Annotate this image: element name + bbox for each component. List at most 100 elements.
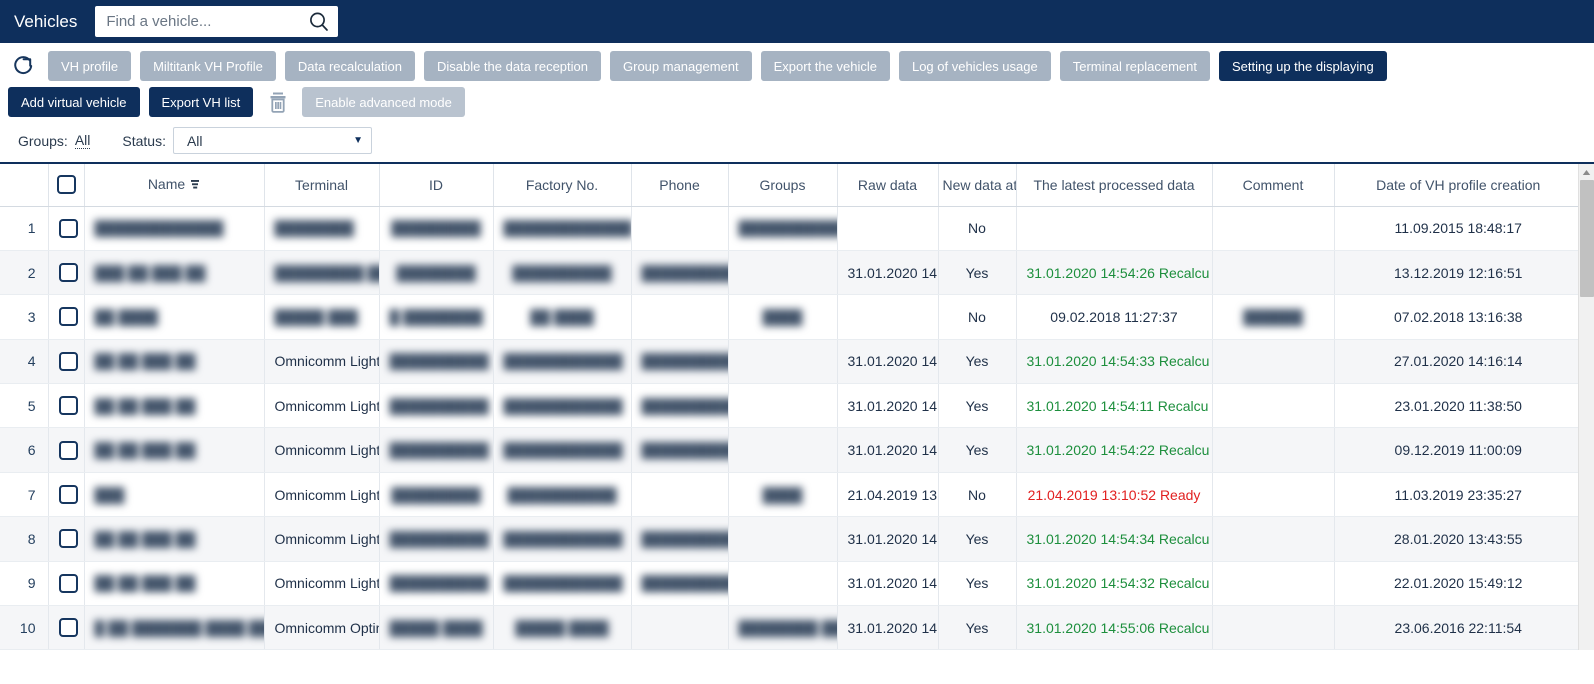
col-header-name-label: Name xyxy=(147,176,186,193)
search-box[interactable] xyxy=(95,6,339,37)
disable-data-reception-button[interactable]: Disable the data reception xyxy=(423,51,601,81)
latest-processed-value: 31.01.2020 14:54:11 Recalcu xyxy=(1026,397,1209,414)
col-header-factory-no[interactable]: Factory No. xyxy=(493,164,632,207)
cell-raw-data: 21.04.2019 13:1 xyxy=(837,472,939,518)
terminal-replacement-button[interactable]: Terminal replacement xyxy=(1059,51,1211,81)
table-row[interactable]: 5██ ██ ███ ██Omnicomm Light 3███████████… xyxy=(0,383,1582,429)
cell-factory-no-value: ████████████ xyxy=(503,530,623,547)
cell-name: ██ ██ ███ ██ xyxy=(84,516,265,562)
table-row[interactable]: 3 ██ ████ █████ ███ █ ████████ ██ ████ ████ No… xyxy=(0,294,1582,340)
search-input[interactable] xyxy=(95,6,339,37)
cell-terminal: █████ ███ xyxy=(264,294,380,340)
cell-groups: ████ xyxy=(728,472,838,518)
export-the-vehicle-button[interactable]: Export the vehicle xyxy=(760,51,890,81)
cell-factory-no: ████████████ xyxy=(493,561,632,607)
row-checkbox-cell[interactable] xyxy=(48,383,85,429)
row-checkbox[interactable] xyxy=(58,529,78,549)
export-vh-list-button[interactable]: Export VH list xyxy=(148,87,254,117)
col-header-id[interactable]: ID xyxy=(379,164,494,207)
col-header-comment[interactable]: Comment xyxy=(1212,164,1335,207)
row-checkbox[interactable] xyxy=(58,485,78,505)
row-checkbox[interactable] xyxy=(58,307,78,327)
cell-latest-processed-data: 31.01.2020 14:55:06 Recalcu xyxy=(1016,605,1213,651)
cell-phone: ██████████ █████ ████ xyxy=(631,250,729,296)
triangle-up-icon[interactable] xyxy=(1579,164,1594,180)
trash-icon[interactable] xyxy=(262,87,294,117)
col-header-groups[interactable]: Groups xyxy=(728,164,838,207)
cell-new-data-at: Yes xyxy=(938,561,1017,607)
col-header-new-data-at[interactable]: New data at xyxy=(938,164,1017,207)
table-row[interactable]: 8██ ██ ███ ██Omnicomm Light 3███████████… xyxy=(0,516,1582,562)
col-header-raw-data[interactable]: Raw data xyxy=(837,164,939,207)
search-icon[interactable] xyxy=(308,11,330,33)
table-header-row: Name Terminal ID Factory No. Phone Group… xyxy=(0,164,1582,207)
row-checkbox[interactable] xyxy=(58,618,78,638)
enable-advanced-mode-button[interactable]: Enable advanced mode xyxy=(302,87,465,117)
cell-groups xyxy=(728,250,838,296)
row-checkbox-cell[interactable] xyxy=(48,206,85,251)
cell-created: 07.02.2018 13:16:38 xyxy=(1334,294,1582,340)
groups-filter-value[interactable]: All xyxy=(74,132,91,149)
row-checkbox-cell[interactable] xyxy=(48,561,85,607)
select-all-checkbox[interactable] xyxy=(56,175,76,195)
log-of-vehicles-usage-button[interactable]: Log of vehicles usage xyxy=(898,51,1051,81)
cell-id: ██████████ xyxy=(379,383,494,429)
row-checkbox-cell[interactable] xyxy=(48,250,85,296)
row-number: 2 xyxy=(0,250,49,296)
cell-raw-data: 31.01.2020 14:5 xyxy=(837,250,939,296)
cell-created: 11.03.2019 23:35:27 xyxy=(1334,472,1582,518)
row-checkbox-cell[interactable] xyxy=(48,516,85,562)
table-row[interactable]: 10 █ ██ ███████ ████ ████Omnicomm Optim ██… xyxy=(0,605,1582,651)
cell-phone xyxy=(631,472,729,518)
row-checkbox[interactable] xyxy=(58,218,78,238)
cell-created: 28.01.2020 13:43:55 xyxy=(1334,516,1582,562)
col-header-terminal[interactable]: Terminal xyxy=(264,164,380,207)
scrollbar-thumb[interactable] xyxy=(1580,180,1594,297)
refresh-icon[interactable] xyxy=(8,51,40,81)
cell-new-data-at: Yes xyxy=(938,516,1017,562)
col-header-date-of-vh-profile-creation[interactable]: Date of VH profile creation xyxy=(1334,164,1582,207)
table-row[interactable]: 1 █████████████ ████████ █████████ █████████… xyxy=(0,206,1582,251)
row-checkbox-cell[interactable] xyxy=(48,472,85,518)
vh-profile-button[interactable]: VH profile xyxy=(48,51,132,81)
row-checkbox[interactable] xyxy=(58,440,78,460)
row-checkbox-cell[interactable] xyxy=(48,427,85,473)
add-virtual-vehicle-button[interactable]: Add virtual vehicle xyxy=(8,87,140,117)
cell-groups xyxy=(728,516,838,562)
sort-descending-icon[interactable] xyxy=(190,177,200,193)
row-checkbox[interactable] xyxy=(58,573,78,593)
data-recalculation-button[interactable]: Data recalculation xyxy=(284,51,415,81)
cell-name-value: ██ ██ ███ ██ xyxy=(94,442,196,459)
table-row[interactable]: 6██ ██ ███ ██Omnicomm Light 3███████████… xyxy=(0,427,1582,473)
col-header-name[interactable]: Name xyxy=(84,164,265,207)
col-header-latest-processed-data[interactable]: The latest processed data xyxy=(1016,164,1213,207)
app-header: Vehicles xyxy=(0,0,1594,43)
table-row[interactable]: 2 ███ ██ ███ ██ █████████ █ ████████ ███████… xyxy=(0,250,1582,296)
row-checkbox-cell[interactable] xyxy=(48,294,85,340)
col-header-phone[interactable]: Phone xyxy=(631,164,729,207)
vertical-scrollbar[interactable] xyxy=(1578,164,1594,651)
row-checkbox[interactable] xyxy=(58,263,78,283)
row-checkbox-cell[interactable] xyxy=(48,339,85,385)
chevron-down-icon[interactable]: ▼ xyxy=(353,135,363,146)
cell-latest-processed-data: 31.01.2020 14:54:11 Recalcu xyxy=(1016,383,1213,429)
cell-new-data-at: No xyxy=(938,472,1017,518)
cell-name-value: ██ ████ xyxy=(94,308,158,325)
group-management-button[interactable]: Group management xyxy=(610,51,752,81)
cell-comment xyxy=(1212,383,1335,429)
table-body: 1 █████████████ ████████ █████████ █████████… xyxy=(0,206,1582,651)
row-checkbox[interactable] xyxy=(58,396,78,416)
row-checkbox[interactable] xyxy=(58,351,78,371)
cell-name: ██ ██ ███ ██ xyxy=(84,561,265,607)
cell-name-value: ██ ██ ███ ██ xyxy=(94,397,196,414)
setting-up-the-displaying-button[interactable]: Setting up the displaying xyxy=(1219,51,1387,81)
cell-new-data-at: No xyxy=(938,206,1017,251)
cell-id: █ ████████ xyxy=(379,294,494,340)
miltitank-vh-profile-button[interactable]: Miltitank VH Profile xyxy=(140,51,276,81)
table-row[interactable]: 7███Omnicomm Light 3████████████████████… xyxy=(0,472,1582,518)
table-row[interactable]: 4██ ██ ███ ██Omnicomm Light 3███████████… xyxy=(0,339,1582,385)
status-filter-select[interactable]: All ▼ xyxy=(172,127,372,154)
cell-groups-value: ████████████ xyxy=(738,220,837,237)
table-row[interactable]: 9██ ██ ███ ██Omnicomm Light 3███████████… xyxy=(0,561,1582,607)
row-checkbox-cell[interactable] xyxy=(48,605,85,651)
